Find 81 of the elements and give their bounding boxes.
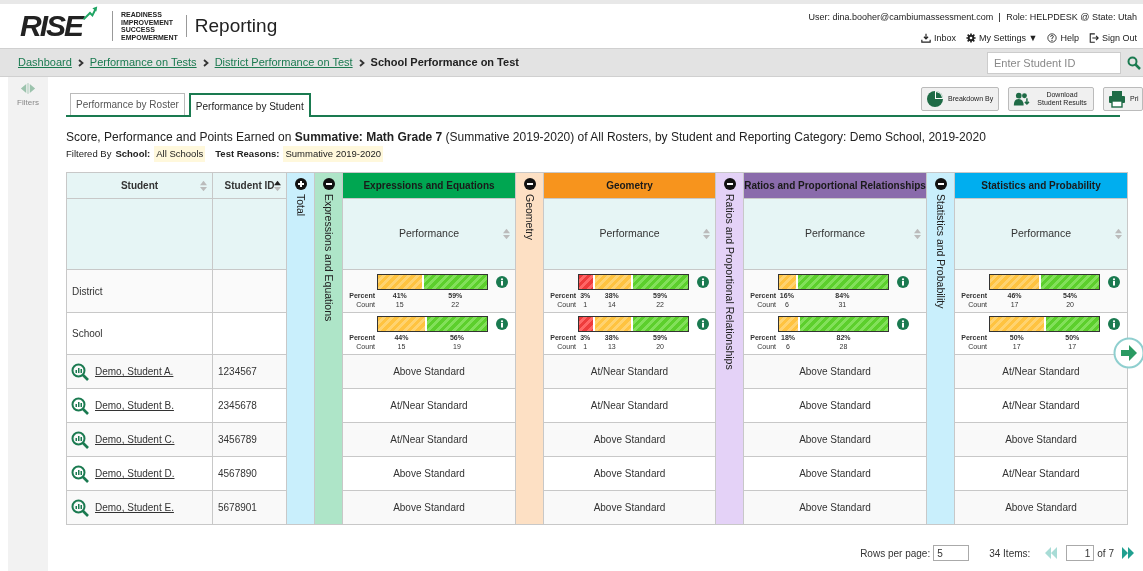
info-icon[interactable] xyxy=(897,275,909,288)
download-tray-icon xyxy=(921,33,931,44)
magnifier-chart-icon[interactable] xyxy=(71,362,89,381)
breadcrumb-link[interactable]: Performance on Tests xyxy=(89,54,197,71)
category-header: Ratios and Proportional Relationships xyxy=(743,172,927,199)
category-label: Expressions and Equations xyxy=(322,194,337,322)
header-link[interactable]: Inbox xyxy=(921,31,956,45)
breadcrumb-current: School Performance on Test xyxy=(370,55,519,71)
chevron-icon xyxy=(77,58,84,67)
filter-name: Test Reasons: xyxy=(215,147,280,161)
collapse-icon[interactable] xyxy=(322,178,335,191)
filter-value: All Schools xyxy=(154,146,206,163)
help-icon xyxy=(1047,33,1058,44)
column-header[interactable]: Performance xyxy=(342,198,516,270)
collapse-icon[interactable] xyxy=(934,178,947,191)
category-label: Geometry xyxy=(523,194,538,241)
rows-per-page-label: Rows per page: xyxy=(860,546,931,561)
sort-icon[interactable] xyxy=(274,180,281,192)
info-icon[interactable] xyxy=(897,318,909,331)
expand-icon[interactable] xyxy=(294,178,307,191)
row-label: District xyxy=(66,269,213,313)
collapse-icon[interactable] xyxy=(723,178,736,191)
table-cell: At/Near Standard xyxy=(954,456,1128,491)
info-icon[interactable] xyxy=(496,275,508,288)
magnifier-chart-icon[interactable] xyxy=(71,498,89,517)
sign-out-icon xyxy=(1088,33,1099,44)
page-count: of 7 xyxy=(1097,546,1114,561)
row-label: School xyxy=(66,312,213,355)
gear-icon xyxy=(966,33,976,44)
filter-name: School: xyxy=(115,147,151,161)
breadcrumb-link[interactable]: District Performance on Test xyxy=(214,54,353,71)
people-download-icon xyxy=(1013,90,1031,108)
tab[interactable]: Performance by Student xyxy=(188,93,311,117)
items-count: 34 Items: xyxy=(989,546,1031,561)
last-page-icon[interactable] xyxy=(1121,546,1135,561)
category-label: Total xyxy=(294,194,309,217)
column-header[interactable]: Performance xyxy=(743,198,927,270)
category-header: Statistics and Probability xyxy=(954,172,1128,199)
rows-per-page-field[interactable]: 5 xyxy=(933,545,970,562)
magnifier-chart-icon[interactable] xyxy=(71,430,89,449)
pie-chart-icon xyxy=(926,90,944,108)
chevron-icon xyxy=(358,58,365,67)
header-link[interactable]: Help xyxy=(1047,31,1079,45)
info-icon[interactable] xyxy=(496,318,508,331)
user-label: User: dina.booher@cambiumassessment.com xyxy=(808,11,994,24)
chevron-icon xyxy=(202,58,209,67)
column-header[interactable]: Performance xyxy=(543,198,716,270)
magnifier-chart-icon[interactable] xyxy=(71,396,89,415)
sidebar-label: Filters xyxy=(17,97,39,109)
table-cell: Above Standard xyxy=(954,422,1128,457)
info-icon[interactable] xyxy=(1108,318,1120,331)
next-arrow-icon[interactable] xyxy=(1113,337,1143,369)
header-link[interactable]: My Settings ▼ xyxy=(966,31,1038,45)
table-cell: At/Near Standard xyxy=(954,388,1128,423)
printer-icon xyxy=(1108,90,1126,108)
column-header[interactable]: Student xyxy=(66,172,213,199)
category-header: Expressions and Equations xyxy=(342,172,516,199)
student-id-field[interactable]: Enter Student ID xyxy=(987,51,1121,74)
logo-text: RISE xyxy=(20,11,83,41)
header-link[interactable]: Sign Out xyxy=(1088,31,1137,45)
category-label: Statistics and Probability xyxy=(934,194,949,309)
info-icon[interactable] xyxy=(697,318,709,331)
table-cell: Above Standard xyxy=(954,490,1128,525)
tab[interactable]: Performance by Roster xyxy=(70,93,185,115)
app-title: Reporting xyxy=(194,13,278,38)
category-label: Ratios and Proportional Relationships xyxy=(723,194,738,370)
logo-arrow-icon xyxy=(82,5,99,21)
role-label: Role: HELPDESK @ State: Utah xyxy=(1006,11,1137,24)
column-header[interactable]: Performance xyxy=(954,198,1128,270)
info-icon[interactable] xyxy=(1108,275,1120,288)
magnifier-chart-icon[interactable] xyxy=(71,464,89,483)
filter-label: Filtered By xyxy=(66,147,112,161)
info-icon[interactable] xyxy=(697,275,709,288)
category-header: Geometry xyxy=(543,172,716,199)
report-title: Score, Performance and Points Earned on Summative: Math Grade 7 (Summative 2019-2020) of All Rosters, by Student and Reporting Category: Demo School, 2019-2020 xyxy=(66,130,987,144)
search-icon[interactable] xyxy=(1127,55,1141,70)
breadcrumb-link[interactable]: Dashboard xyxy=(18,54,72,71)
filter-value: Summative 2019-2020 xyxy=(283,146,384,163)
collapse-icon[interactable] xyxy=(523,178,536,191)
column-header[interactable]: Student ID xyxy=(212,172,287,199)
page-field[interactable]: 1 xyxy=(1066,545,1095,562)
